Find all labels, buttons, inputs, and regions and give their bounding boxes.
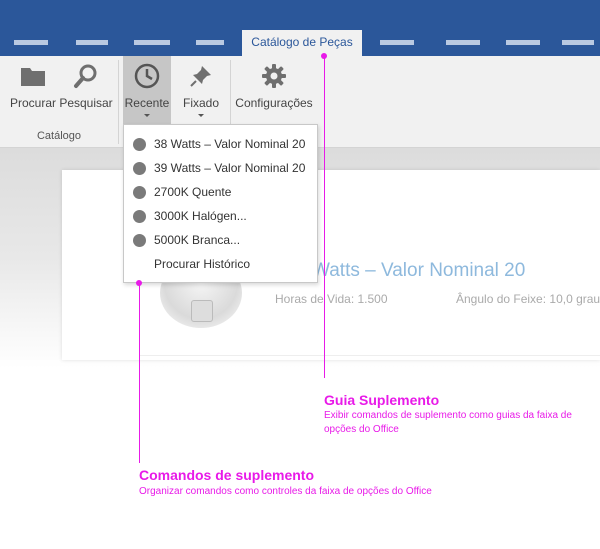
- folder-icon: [21, 68, 45, 86]
- tab-placeholder[interactable]: [446, 40, 480, 45]
- callout-line: [139, 283, 140, 463]
- fixado-button[interactable]: Fixado: [178, 56, 224, 126]
- group-divider: [118, 60, 119, 144]
- callout-desc-guia: Exibir comandos de suplemento como guias…: [324, 410, 572, 435]
- procurar-historico-label: Procurar Histórico: [154, 257, 251, 271]
- pesquisar-button[interactable]: Pesquisar: [58, 56, 114, 126]
- light-bulb-base: [191, 300, 213, 322]
- procurar-historico-item[interactable]: Procurar Histórico: [124, 252, 317, 276]
- tab-placeholder[interactable]: [380, 40, 414, 45]
- clock-icon: [134, 63, 160, 89]
- callout-title-guia: Guia Suplemento: [324, 392, 440, 408]
- recente-label: Recente: [124, 96, 170, 110]
- chevron-down-icon: [198, 114, 204, 117]
- tab-placeholder[interactable]: [562, 40, 594, 45]
- callout-title-comandos: Comandos de suplemento: [139, 467, 315, 483]
- recent-item[interactable]: 39 Watts – Valor Nominal 20: [124, 156, 317, 180]
- recent-item[interactable]: 2700K Quente: [124, 180, 317, 204]
- group-label-catalogo: Catálogo: [36, 130, 82, 142]
- recent-item-label: 39 Watts – Valor Nominal 20: [154, 161, 306, 175]
- procurar-label: Procurar: [9, 96, 56, 110]
- recent-item[interactable]: 38 Watts – Valor Nominal 20: [124, 132, 317, 156]
- recent-item-label: 2700K Quente: [154, 185, 232, 199]
- recent-item-label: 3000K Halógen...: [154, 209, 247, 223]
- bullet-icon: [133, 162, 146, 175]
- recent-item[interactable]: 5000K Branca...: [124, 228, 317, 252]
- recent-item-label: 5000K Branca...: [154, 233, 241, 247]
- bullet-icon: [133, 234, 146, 247]
- pesquisar-label: Pesquisar: [59, 96, 113, 110]
- product-life-hours: Horas de Vida: 1.500: [275, 292, 388, 306]
- tab-placeholder[interactable]: [134, 40, 170, 45]
- tab-placeholder[interactable]: [506, 40, 540, 45]
- fixado-label: Fixado: [182, 96, 220, 110]
- recent-item-label: 38 Watts – Valor Nominal 20: [154, 137, 306, 151]
- product-title: Watts – Valor Nominal 20: [312, 260, 526, 281]
- search-icon: [74, 64, 97, 88]
- callout-desc-comandos: Organizar comandos como controles da fai…: [139, 486, 432, 497]
- callout-line: [324, 56, 325, 378]
- product-beam-angle: Ângulo do Feixe: 10,0 graus: [456, 292, 600, 306]
- configuracoes-button[interactable]: Configurações: [234, 56, 314, 126]
- tab-placeholder[interactable]: [196, 40, 224, 45]
- procurar-button[interactable]: Procurar: [8, 56, 58, 126]
- pin-icon: [190, 66, 211, 87]
- configuracoes-label: Configurações: [235, 96, 313, 110]
- recent-dropdown-menu: 38 Watts – Valor Nominal 20 39 Watts – V…: [123, 124, 318, 283]
- chevron-down-icon: [144, 114, 150, 117]
- document-divider: [140, 355, 600, 356]
- bullet-icon: [133, 210, 146, 223]
- tab-placeholder[interactable]: [14, 40, 48, 45]
- recente-button[interactable]: Recente: [123, 56, 171, 126]
- bullet-icon: [133, 186, 146, 199]
- tab-placeholder[interactable]: [76, 40, 108, 45]
- bullet-icon: [133, 138, 146, 151]
- tab-catalogo-de-pecas[interactable]: Catálogo de Peças: [242, 30, 362, 56]
- gear-icon: [262, 64, 286, 88]
- recent-item[interactable]: 3000K Halógen...: [124, 204, 317, 228]
